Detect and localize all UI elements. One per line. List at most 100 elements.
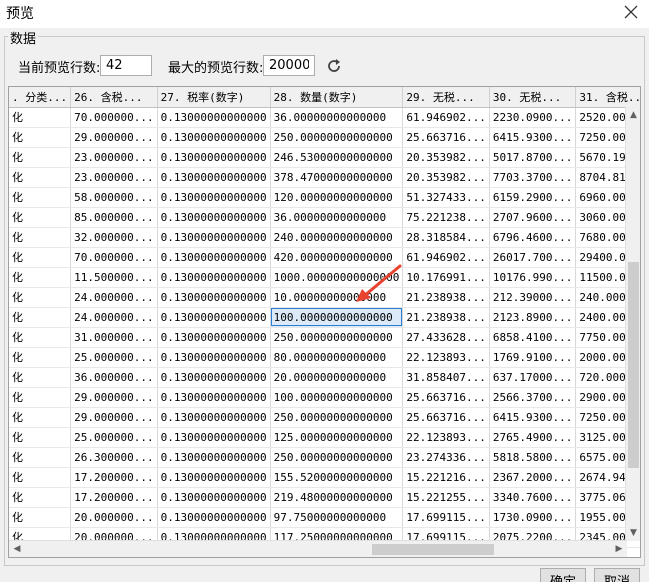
table-cell[interactable]: 10.176991... <box>402 267 490 288</box>
table-cell[interactable]: 36.00000000000000 <box>270 207 404 228</box>
table-cell[interactable]: 2367.2000... <box>489 467 577 488</box>
table-cell[interactable]: 23.000000... <box>70 147 158 168</box>
table-cell[interactable]: 61.946902... <box>402 107 490 128</box>
table-cell[interactable]: 化 <box>9 167 72 188</box>
column-header[interactable]: . 分类... <box>9 87 72 108</box>
table-cell[interactable]: 6415.9300... <box>489 407 577 428</box>
table-cell[interactable]: 0.13000000000000 <box>157 207 271 228</box>
table-cell[interactable]: 7703.3700... <box>489 167 577 188</box>
table-cell[interactable]: 化 <box>9 407 72 428</box>
table-cell[interactable]: 2230.0900... <box>489 107 577 128</box>
table-cell[interactable]: 化 <box>9 107 72 128</box>
max-rows-input[interactable] <box>263 55 315 76</box>
table-cell[interactable]: 70.000000... <box>70 107 158 128</box>
table-cell[interactable]: 20.353982... <box>402 167 490 188</box>
column-header[interactable]: 30. 无税... <box>489 87 577 108</box>
table-cell[interactable]: 1000.00000000000000 <box>270 267 404 288</box>
table-cell[interactable]: 250.00000000000000 <box>270 127 404 148</box>
table-cell[interactable]: 2123.8900... <box>489 307 577 328</box>
table-cell[interactable]: 21.238938... <box>402 307 490 328</box>
table-cell[interactable]: 29.000000... <box>70 407 158 428</box>
table-cell[interactable]: 75.221238... <box>402 207 490 228</box>
table-cell[interactable]: 0.13000000000000 <box>157 187 271 208</box>
table-row[interactable]: 化 31.000000... 0.13000000000000 250.0000000… <box>9 327 640 348</box>
table-cell[interactable]: 0.13000000000000 <box>157 327 271 348</box>
table-cell[interactable]: 29.000000... <box>70 127 158 148</box>
table-cell[interactable]: 31.000000... <box>70 327 158 348</box>
table-cell[interactable]: 0.13000000000000 <box>157 107 271 128</box>
table-cell[interactable]: 240.00000000000000 <box>270 227 404 248</box>
table-cell[interactable]: 0.13000000000000 <box>157 367 271 388</box>
table-cell[interactable]: 15.221255... <box>402 487 490 508</box>
table-cell[interactable]: 0.13000000000000 <box>157 387 271 408</box>
column-header[interactable]: 28. 数量(数字) <box>270 87 404 108</box>
close-icon[interactable] <box>621 2 641 22</box>
table-cell[interactable]: 637.17000... <box>489 367 577 388</box>
table-cell[interactable]: 25.663716... <box>402 127 490 148</box>
table-cell[interactable]: 27.433628... <box>402 327 490 348</box>
table-cell[interactable]: 0.13000000000000 <box>157 287 271 308</box>
column-header[interactable]: 31. 含税... <box>575 87 640 108</box>
table-cell[interactable]: 化 <box>9 307 72 328</box>
table-cell[interactable]: 125.00000000000000 <box>270 427 404 448</box>
scroll-right-icon[interactable]: ▶ <box>613 543 625 555</box>
table-cell[interactable]: 0.13000000000000 <box>157 487 271 508</box>
table-cell[interactable]: 250.00000000000000 <box>270 327 404 348</box>
table-cell[interactable]: 10176.990... <box>489 267 577 288</box>
table-cell[interactable]: 36.00000000000000 <box>270 107 404 128</box>
table-cell[interactable]: 23.000000... <box>70 167 158 188</box>
table-cell[interactable]: 6796.4600... <box>489 227 577 248</box>
table-cell[interactable]: 0.13000000000000 <box>157 407 271 428</box>
scroll-up-icon[interactable]: ▲ <box>628 109 639 121</box>
table-cell[interactable]: 250.00000000000000 <box>270 447 404 468</box>
refresh-icon[interactable] <box>324 56 344 76</box>
table-cell[interactable]: 化 <box>9 267 72 288</box>
table-cell[interactable]: 17.200000... <box>70 487 158 508</box>
table-cell[interactable]: 20.000000... <box>70 507 158 528</box>
scroll-down-icon[interactable]: ▼ <box>628 527 639 539</box>
table-cell[interactable]: 17.699115... <box>402 507 490 528</box>
table-cell[interactable]: 120.00000000000000 <box>270 187 404 208</box>
table-cell[interactable]: 11.500000... <box>70 267 158 288</box>
table-cell[interactable]: 0.13000000000000 <box>157 127 271 148</box>
table-cell[interactable]: 21.238938... <box>402 287 490 308</box>
table-row[interactable]: 化 70.000000... 0.13000000000000 420.0000000… <box>9 247 640 268</box>
table-cell[interactable]: 17.200000... <box>70 467 158 488</box>
table-cell[interactable]: 246.53000000000000 <box>270 147 404 168</box>
table-cell[interactable]: 26017.700... <box>489 247 577 268</box>
column-header[interactable]: 27. 税率(数字) <box>157 87 271 108</box>
table-row[interactable]: 化 85.000000... 0.13000000000000 36.00000000… <box>9 207 640 228</box>
table-row[interactable]: 化 32.000000... 0.13000000000000 240.0000000… <box>9 227 640 248</box>
table-cell[interactable]: 化 <box>9 187 72 208</box>
table-cell[interactable]: 25.663716... <box>402 407 490 428</box>
table-cell[interactable]: 10.00000000000000 <box>270 287 404 308</box>
table-cell[interactable]: 0.13000000000000 <box>157 447 271 468</box>
table-row[interactable]: 化 26.300000... 0.13000000000000 250.0000000… <box>9 447 640 468</box>
table-cell[interactable]: 29.000000... <box>70 387 158 408</box>
table-cell[interactable]: 97.75000000000000 <box>270 507 404 528</box>
horizontal-scrollbar[interactable]: ◀ ▶ <box>9 540 627 557</box>
table-cell[interactable]: 0.13000000000000 <box>157 167 271 188</box>
table-cell[interactable]: 2566.3700... <box>489 387 577 408</box>
table-cell[interactable]: 0.13000000000000 <box>157 467 271 488</box>
table-cell[interactable]: 1730.0900... <box>489 507 577 528</box>
table-cell[interactable]: 2765.4900... <box>489 427 577 448</box>
table-row[interactable]: 化 70.000000... 0.13000000000000 36.00000000… <box>9 107 640 128</box>
table-row[interactable]: 化 58.000000... 0.13000000000000 120.0000000… <box>9 187 640 208</box>
table-cell[interactable]: 80.00000000000000 <box>270 347 404 368</box>
table-cell[interactable]: 6858.4100... <box>489 327 577 348</box>
table-cell[interactable]: 378.47000000000000 <box>270 167 404 188</box>
ok-button[interactable]: 确定 <box>540 568 586 582</box>
table-cell[interactable]: 化 <box>9 287 72 308</box>
table-cell[interactable]: 化 <box>9 227 72 248</box>
table-cell[interactable]: 化 <box>9 207 72 228</box>
table-cell[interactable]: 6415.9300... <box>489 127 577 148</box>
table-cell[interactable]: 化 <box>9 447 72 468</box>
table-cell[interactable]: 化 <box>9 247 72 268</box>
cancel-button[interactable]: 取消 <box>594 568 640 582</box>
table-row[interactable]: 化 24.000000... 0.13000000000000 10.00000000… <box>9 287 640 308</box>
table-cell[interactable]: 15.221216... <box>402 467 490 488</box>
table-cell[interactable]: 1769.9100... <box>489 347 577 368</box>
table-cell[interactable]: 20.00000000000000 <box>270 367 404 388</box>
table-row[interactable]: 化 29.000000... 0.13000000000000 100.0000000… <box>9 387 640 408</box>
